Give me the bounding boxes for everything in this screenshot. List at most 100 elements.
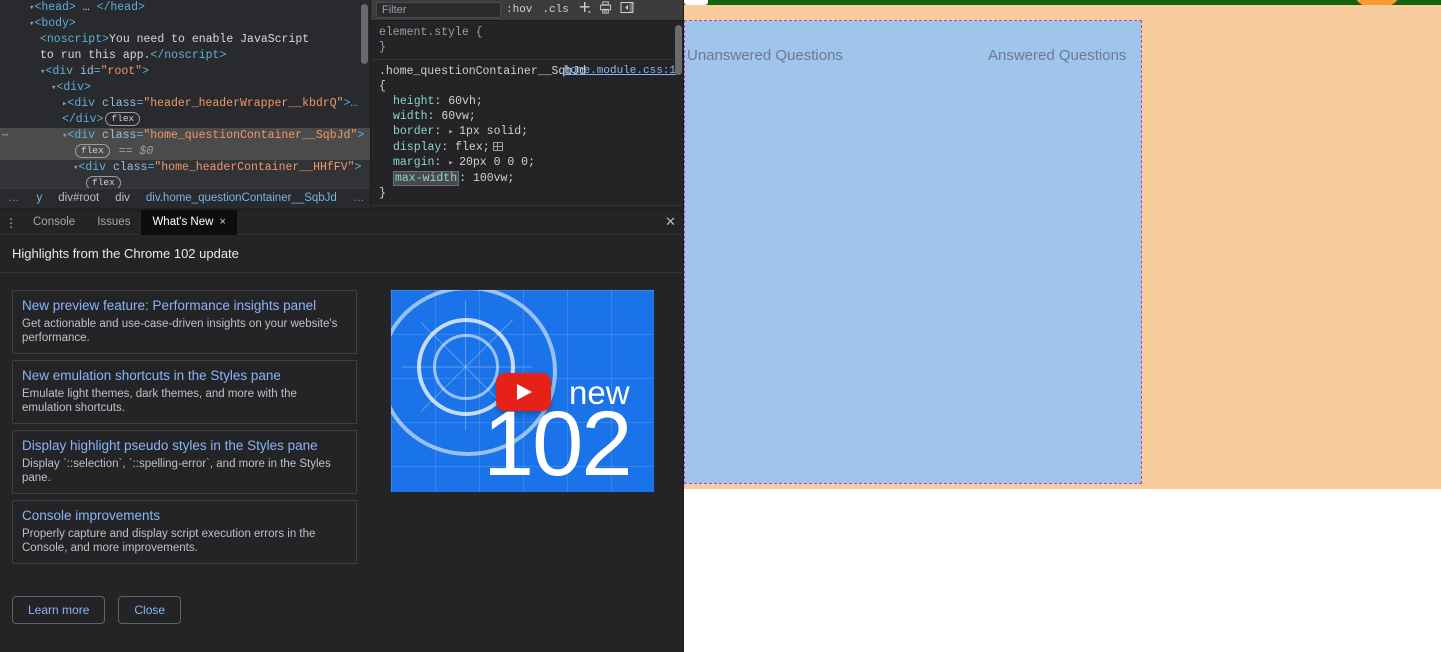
breadcrumb-item[interactable]: div — [107, 189, 138, 208]
whats-new-card-title[interactable]: Console improvements — [22, 507, 347, 525]
element-style-rule[interactable]: element.style {} — [371, 21, 684, 60]
print-preview-icon[interactable] — [595, 1, 616, 20]
whats-new-card-description: Get actionable and use-case-driven insig… — [22, 317, 347, 345]
whats-new-card-description: Display `::selection`, `::spelling-error… — [22, 457, 347, 485]
css-declaration[interactable]: height: 60vh; — [379, 94, 676, 109]
drawer-tab-label: Issues — [97, 216, 130, 228]
drawer-tab-console[interactable]: Console — [22, 210, 86, 235]
dom-token-tag: = — [94, 65, 101, 78]
whats-new-card[interactable]: New emulation shortcuts in the Styles pa… — [12, 360, 357, 424]
css-property-value[interactable]: 1px solid; — [459, 125, 528, 138]
dom-tree-scrollbar[interactable] — [361, 4, 368, 64]
css-property-value[interactable]: flex; — [455, 141, 490, 154]
dom-tree-pane[interactable]: ▾<head> … </head>▾<body><noscript>You ne… — [0, 0, 371, 208]
selected-node-ref: == $0 — [112, 145, 153, 158]
flexbox-editor-icon[interactable] — [493, 142, 503, 151]
learn-more-button[interactable]: Learn more — [12, 596, 105, 624]
dom-token-tag: <div — [67, 97, 102, 110]
dom-tree-row[interactable]: ⋯▾<div class="home_questionContainer__Sq… — [0, 128, 370, 144]
breadcrumb-item[interactable]: y — [29, 189, 51, 208]
css-property-value[interactable]: 20px 0 0 0; — [459, 156, 535, 169]
chrome-102-video-thumbnail[interactable]: new 102 — [391, 290, 654, 492]
dom-breadcrumb-bar[interactable]: …ydiv#rootdivdiv.home_questionContainer_… — [0, 188, 371, 208]
css-declaration[interactable]: max-width: 100vw; — [379, 171, 676, 186]
dom-tree[interactable]: ▾<head> … </head>▾<body><noscript>You ne… — [0, 0, 370, 192]
expand-shorthand-arrow-icon[interactable]: ▸ — [448, 158, 459, 168]
dom-tree-row[interactable]: </div>flex — [0, 112, 370, 128]
devtools-drawer: ⋮ ConsoleIssuesWhat's New×✕ Highlights f… — [0, 209, 684, 652]
whats-new-card-title[interactable]: New preview feature: Performance insight… — [22, 297, 347, 315]
css-property-name[interactable]: display — [393, 141, 441, 154]
toggle-sidebar-icon[interactable] — [616, 1, 638, 20]
flex-badge[interactable]: flex — [105, 112, 140, 126]
element-highlight-content-box: Unanswered Questions Answered Questions — [685, 21, 1141, 483]
css-declaration[interactable]: margin: ▸ 20px 0 0 0; — [379, 155, 676, 171]
new-style-rule-button[interactable] — [574, 1, 595, 20]
whats-new-card[interactable]: New preview feature: Performance insight… — [12, 290, 357, 354]
flex-badge[interactable]: flex — [75, 144, 110, 158]
breadcrumb-item[interactable]: div#root — [50, 189, 107, 208]
whats-new-content: New preview feature: Performance insight… — [0, 273, 684, 570]
breadcrumb-item[interactable]: … — [0, 189, 29, 208]
whats-new-card-title[interactable]: Display highlight pseudo styles in the S… — [22, 437, 347, 455]
dom-token-tag: > — [357, 129, 364, 142]
dom-token-attr: class — [102, 97, 137, 110]
dom-token-attr: class — [102, 129, 137, 142]
dom-token-tag: <div — [78, 161, 113, 174]
dom-tree-row[interactable]: flex == $0 — [0, 144, 370, 160]
css-property-name[interactable]: border — [393, 125, 434, 138]
dom-tree-row[interactable]: ▸<div class="header_headerWrapper__kbdrQ… — [0, 96, 370, 112]
css-rule[interactable]: home.module.css:1.home_questionContainer… — [371, 60, 684, 206]
css-property-name[interactable]: width — [393, 110, 428, 123]
css-selector[interactable]: .home_questionContainer__SqbJd { — [379, 64, 549, 94]
dom-token-tag: </div> — [62, 113, 103, 126]
styles-rules-list[interactable]: element.style {} home.module.css:1.home_q… — [371, 21, 684, 208]
css-colon: : — [434, 125, 448, 138]
dom-tree-row[interactable]: ▾<div class="home_headerContainer__HHfFV… — [0, 160, 370, 176]
breadcrumb-item[interactable]: … — [345, 189, 371, 208]
styles-filter-input[interactable]: Filter — [376, 2, 501, 18]
breadcrumb-item[interactable]: div.home_questionContainer__SqbJd — [138, 189, 345, 208]
toggle-element-state-button[interactable]: :hov — [501, 1, 537, 20]
unanswered-questions-label: Unanswered Questions — [687, 47, 843, 64]
close-button[interactable]: Close — [118, 596, 181, 624]
css-property-value[interactable]: 60vh; — [448, 95, 483, 108]
dom-tree-row[interactable]: ▾<div id="root"> — [0, 64, 370, 80]
css-colon: : — [459, 172, 473, 185]
whats-new-card[interactable]: Display highlight pseudo styles in the S… — [12, 430, 357, 494]
css-declaration[interactable]: display: flex; — [379, 140, 676, 155]
dom-token-tag: </noscript> — [150, 49, 226, 62]
more-options-icon[interactable]: ⋮ — [0, 216, 22, 229]
css-colon: : — [434, 95, 448, 108]
drawer-tab-label: Console — [33, 216, 75, 228]
css-rule-header: home.module.css:1.home_questionContainer… — [379, 64, 676, 94]
css-rule[interactable]: user agent stylesheetdiv { — [371, 206, 684, 208]
whats-new-card-title[interactable]: New emulation shortcuts in the Styles pa… — [22, 367, 347, 385]
screenshot-root: Unanswered Questions Answered Questions … — [0, 0, 1441, 652]
drawer-tab-label: What's New — [152, 216, 213, 228]
whats-new-action-buttons: Learn more Close — [0, 570, 684, 624]
whats-new-card[interactable]: Console improvementsProperly capture and… — [12, 500, 357, 564]
dom-tree-row[interactable]: <noscript>You need to enable JavaScript … — [0, 32, 330, 64]
css-declaration[interactable]: border: ▸ 1px solid; — [379, 124, 676, 140]
whats-new-video-thumbnail-wrapper[interactable]: new 102 — [391, 290, 654, 570]
dom-tree-row[interactable]: ▾<div> — [0, 80, 370, 96]
css-property-value[interactable]: 60vw; — [441, 110, 476, 123]
element-classes-button[interactable]: .cls — [537, 1, 573, 20]
css-property-name[interactable]: margin — [393, 156, 434, 169]
dom-tree-row[interactable]: ▾<body> — [0, 16, 370, 32]
css-property-value[interactable]: 100vw; — [473, 172, 514, 185]
close-drawer-icon[interactable]: ✕ — [665, 215, 676, 229]
drawer-tab-what-s-new[interactable]: What's New × — [141, 210, 236, 235]
drawer-tab-issues[interactable]: Issues — [86, 210, 141, 235]
css-declaration[interactable]: width: 60vw; — [379, 109, 676, 124]
dom-tree-row[interactable]: ▾<head> … </head> — [0, 0, 370, 16]
answered-questions-label: Answered Questions — [988, 47, 1126, 64]
close-tab-icon[interactable]: × — [219, 216, 225, 228]
css-property-name[interactable]: height — [393, 95, 434, 108]
styles-scrollbar[interactable] — [675, 25, 682, 75]
styles-toolbar: Filter :hov .cls — [371, 0, 684, 21]
expand-shorthand-arrow-icon[interactable]: ▸ — [448, 127, 459, 137]
whats-new-card-description: Emulate light themes, dark themes, and m… — [22, 387, 347, 415]
css-property-name[interactable]: max-width — [393, 171, 459, 186]
